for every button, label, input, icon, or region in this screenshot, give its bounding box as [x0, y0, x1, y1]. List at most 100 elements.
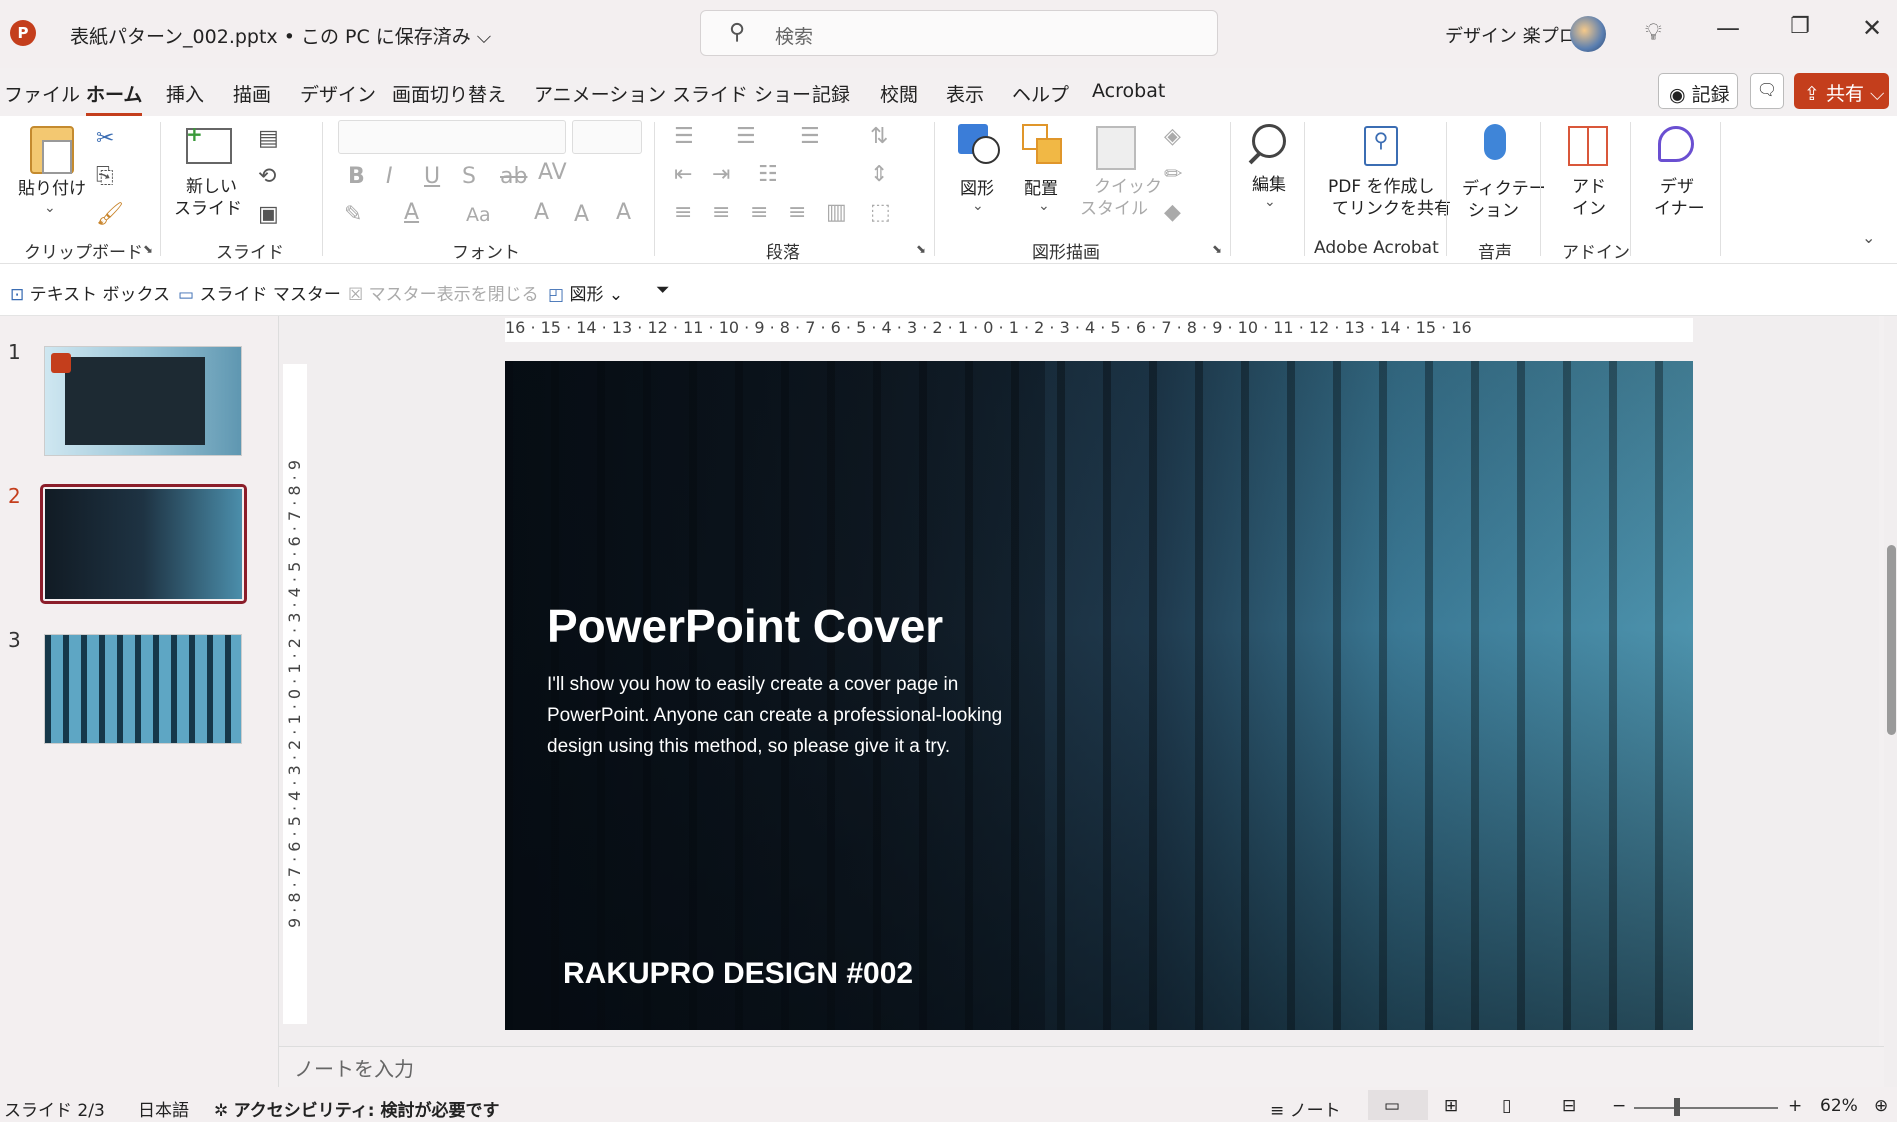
clear-format-icon[interactable]: A	[616, 200, 631, 225]
columns-icon[interactable]: ☷	[758, 162, 778, 187]
menu-insert[interactable]: 挿入	[166, 80, 204, 107]
menu-record[interactable]: 記録	[812, 80, 850, 107]
strikethrough-icon[interactable]: ab	[500, 164, 527, 189]
format-painter-icon[interactable]: 🖌︎	[96, 202, 124, 227]
addin-label-1[interactable]: アド	[1572, 176, 1606, 198]
arrange-label[interactable]: 配置	[1024, 178, 1058, 200]
pdf-label-1[interactable]: PDF を作成し	[1328, 176, 1435, 198]
cut-icon[interactable]: ✂	[96, 126, 114, 151]
new-slide-label-2[interactable]: スライド	[174, 198, 242, 220]
bullets-icon[interactable]: ☰	[674, 124, 694, 149]
designer-label-2[interactable]: イナー	[1654, 198, 1705, 220]
customize-qa-icon[interactable]: ⏷	[656, 280, 670, 300]
slide-footer[interactable]: RAKUPRO DESIGN #002	[563, 957, 913, 991]
menu-acrobat[interactable]: Acrobat	[1092, 80, 1165, 102]
scrollbar-thumb[interactable]	[1887, 545, 1896, 735]
font-size-select[interactable]	[572, 120, 642, 154]
text-box-button[interactable]: ⊡ テキスト ボックス	[10, 280, 170, 305]
menu-slideshow[interactable]: スライド ショー	[672, 80, 811, 107]
new-slide-label-1[interactable]: 新しい	[186, 176, 237, 198]
smartart-icon[interactable]: ⬚	[870, 200, 891, 225]
bold-icon[interactable]: B	[348, 164, 365, 189]
menu-home[interactable]: ホーム	[86, 80, 143, 116]
dictate-label-1[interactable]: ディクテー	[1462, 178, 1546, 200]
acrobat-pdf-icon[interactable]: ⚲	[1364, 126, 1398, 166]
normal-view-icon[interactable]: ▭	[1384, 1096, 1400, 1116]
zoom-slider[interactable]	[1634, 1107, 1778, 1109]
search-box[interactable]: ⚲ 検索	[700, 10, 1218, 56]
close-master-button[interactable]: ☒ マスター表示を閉じる	[348, 280, 539, 305]
lightbulb-icon[interactable]: 💡︎	[1645, 18, 1662, 46]
menu-review[interactable]: 校閲	[880, 80, 918, 107]
menu-animations[interactable]: アニメーション	[534, 80, 666, 107]
zoom-in-icon[interactable]: +	[1788, 1096, 1802, 1116]
decrease-indent-icon[interactable]: ⇤	[674, 162, 692, 187]
powerpoint-logo-icon[interactable]: P	[10, 20, 36, 46]
slide-sorter-icon[interactable]: ⊞	[1444, 1096, 1458, 1116]
paste-label[interactable]: 貼り付け	[18, 178, 86, 200]
text-direction-icon[interactable]: ⇅	[870, 124, 888, 149]
file-title[interactable]: 表紙パターン_002.pptx • この PC に保存済み ⌵	[70, 22, 491, 49]
collapse-ribbon-icon[interactable]: ⌄	[1862, 228, 1875, 247]
menu-draw[interactable]: 描画	[233, 80, 271, 107]
shape-outline-icon[interactable]: ✏	[1164, 162, 1182, 187]
menu-view[interactable]: 表示	[946, 80, 984, 107]
line-spacing-icon[interactable]: ☰	[800, 124, 820, 149]
chevron-down-icon[interactable]: ⌄	[972, 198, 984, 214]
addin-icon[interactable]	[1568, 126, 1608, 166]
increase-font-icon[interactable]: A	[534, 200, 549, 225]
close-icon[interactable]: ✕	[1852, 14, 1892, 42]
quick-style-label-2[interactable]: スタイル	[1080, 198, 1148, 220]
underline-icon[interactable]: U	[424, 164, 440, 189]
quick-style-icon[interactable]	[1096, 126, 1136, 170]
decrease-font-icon[interactable]: A	[574, 202, 589, 227]
align-right-icon[interactable]: ≡	[750, 200, 768, 225]
slide-master-button[interactable]: ▭ スライド マスター	[178, 280, 341, 305]
shapes-label[interactable]: 図形	[960, 178, 994, 200]
shapes-quick-button[interactable]: ◰ 図形 ⌄	[548, 280, 623, 305]
addin-label-2[interactable]: イン	[1572, 198, 1606, 220]
zoom-slider-thumb[interactable]	[1674, 1098, 1680, 1116]
slide-thumbnail-3[interactable]	[44, 634, 242, 744]
fit-slide-icon[interactable]: ⊕	[1874, 1096, 1888, 1116]
italic-icon[interactable]: I	[386, 164, 393, 189]
slide-title[interactable]: PowerPoint Cover	[547, 599, 943, 653]
slide-main[interactable]: PowerPoint Cover I'll show you how to ea…	[505, 361, 1693, 1030]
language[interactable]: 日本語	[138, 1096, 189, 1121]
chevron-down-icon[interactable]: ⌄	[44, 200, 56, 216]
comment-icon[interactable]: 🗨︎	[1750, 73, 1784, 109]
justify-icon[interactable]: ≡	[788, 200, 806, 225]
designer-icon[interactable]	[1658, 126, 1694, 162]
reading-view-icon[interactable]: ▯	[1502, 1096, 1511, 1116]
quick-style-label-1[interactable]: クイック	[1094, 176, 1162, 198]
menu-help[interactable]: ヘルプ	[1012, 80, 1069, 107]
slide-body-text[interactable]: I'll show you how to easily create a cov…	[547, 669, 1007, 762]
designer-label-1[interactable]: デザ	[1660, 176, 1694, 198]
notes-input[interactable]: ノートを入力	[294, 1053, 414, 1082]
align-center-icon[interactable]: ≡	[712, 200, 730, 225]
slide-thumbnail-1[interactable]	[44, 346, 242, 456]
align-left-icon[interactable]: ≡	[674, 200, 692, 225]
chevron-down-icon[interactable]: ⌄	[1038, 198, 1050, 214]
slideshow-icon[interactable]: ⊟	[1562, 1096, 1576, 1116]
dictate-label-2[interactable]: ション	[1468, 200, 1519, 222]
accessibility-status[interactable]: ✲ アクセシビリティ: 検討が必要です	[214, 1096, 500, 1121]
menu-file[interactable]: ファイル	[4, 80, 80, 107]
edit-label[interactable]: 編集	[1252, 174, 1286, 196]
change-case-icon[interactable]: Aa	[466, 204, 491, 226]
restore-icon[interactable]: ❐	[1780, 14, 1820, 39]
shadow-icon[interactable]: S	[462, 164, 476, 189]
layout-icon[interactable]: ▤	[258, 126, 279, 151]
distributed-icon[interactable]: ▥	[826, 200, 847, 225]
reset-slide-icon[interactable]: ⟲	[258, 164, 276, 189]
chevron-down-icon[interactable]: ⌄	[1264, 194, 1276, 210]
dialog-launcher-icon[interactable]: ⬊	[1212, 242, 1222, 256]
highlight-icon[interactable]: ✎	[344, 202, 362, 227]
increase-indent-icon[interactable]: ⇥	[712, 162, 730, 187]
dialog-launcher-icon[interactable]: ⬊	[143, 242, 153, 256]
shape-effects-icon[interactable]: ◆	[1164, 200, 1181, 225]
slide-thumbnail-2[interactable]	[45, 489, 242, 599]
record-button[interactable]: ◉ 記録	[1658, 73, 1738, 109]
notes-divider[interactable]	[279, 1046, 1884, 1047]
notes-toggle[interactable]: ≡ ノート	[1270, 1096, 1341, 1121]
